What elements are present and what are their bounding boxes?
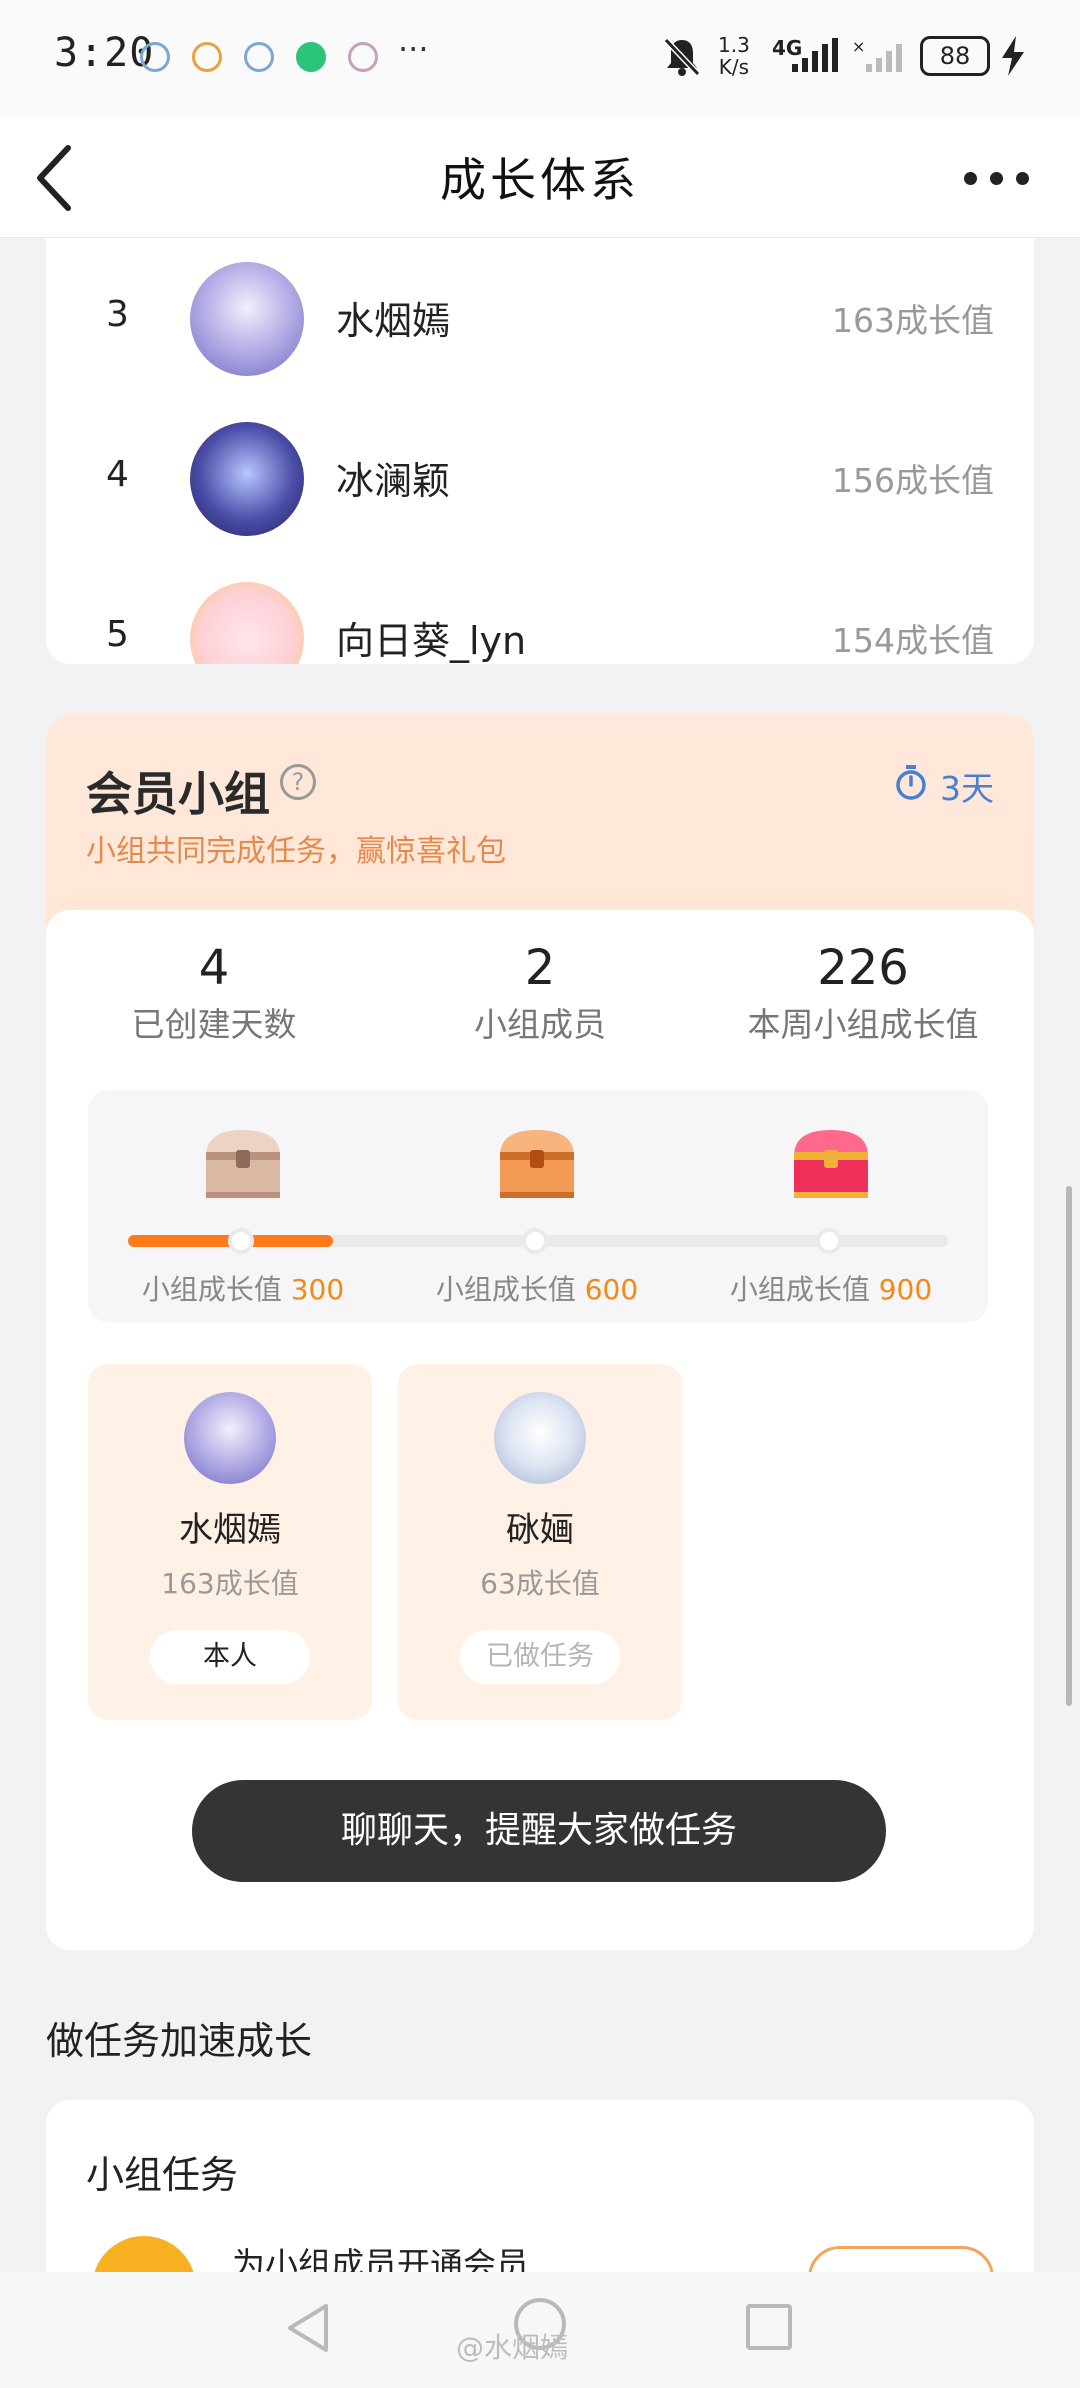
milestone-label: 小组成长值 300 [141, 1273, 345, 1306]
group-member-card[interactable]: 砯婳 63成长值 已做任务 [398, 1364, 682, 1720]
avatar [494, 1392, 586, 1484]
status-time: 3:20 [54, 30, 155, 76]
rank-name: 水烟嫣 [336, 299, 451, 343]
stat-value: 2 [524, 940, 556, 996]
progress-node [816, 1228, 842, 1254]
signal-icon [792, 38, 838, 72]
avatar [190, 422, 304, 536]
group-subtitle: 小组共同完成任务，赢惊喜礼包 [86, 834, 506, 869]
weibo-notification-icon [192, 42, 222, 72]
group-timer: 3天 [940, 769, 994, 808]
stat-value: 226 [817, 940, 909, 996]
treasure-chest-icon[interactable] [492, 1120, 582, 1210]
battery-level: 88 [939, 42, 971, 70]
stat-created-days: 4 已创建天数 [64, 940, 364, 1046]
treasure-chest-icon[interactable] [786, 1120, 876, 1210]
nav-recent-apps-icon[interactable] [746, 2304, 792, 2350]
rank-score: 156成长值 [832, 461, 994, 500]
app-notification-icon [296, 42, 326, 72]
status-bar: 3:20 ··· 1.3 K/s 4G × 88 [0, 0, 1080, 118]
avatar [190, 582, 304, 664]
stat-members: 2 小组成员 [390, 940, 690, 1046]
more-dot [1016, 172, 1029, 185]
signal-no-service-icon: × [852, 38, 902, 72]
avatar [184, 1392, 276, 1484]
ranking-row[interactable]: 5 向日葵_lyn 154成长值 [46, 558, 1034, 664]
rank-number: 5 [106, 614, 129, 655]
stat-label: 小组成员 [474, 1005, 606, 1044]
progress-node [228, 1228, 254, 1254]
member-name: 水烟嫣 [179, 1510, 281, 1550]
section-title: 做任务加速成长 [46, 2019, 313, 2063]
treasure-chest-icon[interactable] [198, 1120, 288, 1210]
help-icon[interactable]: ? [280, 764, 316, 800]
stat-label: 本周小组成长值 [747, 1005, 979, 1044]
member-tag: 已做任务 [460, 1630, 620, 1684]
group-title: 会员小组 [86, 767, 270, 821]
page-title: 成长体系 [440, 153, 640, 207]
more-dot [964, 172, 977, 185]
nav-back-icon[interactable] [282, 2300, 338, 2356]
scrollbar[interactable] [1066, 1186, 1072, 1706]
charging-icon [1002, 36, 1024, 76]
rank-number: 4 [106, 454, 129, 495]
milestone-label: 小组成长值 900 [729, 1273, 933, 1306]
group-member-card[interactable]: 水烟嫣 163成长值 本人 [88, 1364, 372, 1720]
member-score: 63成长值 [480, 1567, 600, 1600]
member-score: 163成长值 [161, 1567, 299, 1600]
rank-score: 154成长值 [832, 621, 994, 660]
rank-name: 向日葵_lyn [336, 619, 527, 663]
member-group-card: 会员小组 ? 小组共同完成任务，赢惊喜礼包 3天 4 已创建天数 2 小组成员 … [46, 714, 1034, 1950]
group-header: 会员小组 ? 小组共同完成任务，赢惊喜礼包 3天 [46, 714, 1034, 934]
weibo-notification-icon [244, 42, 274, 72]
chat-remind-button[interactable]: 聊聊天，提醒大家做任务 [192, 1780, 886, 1882]
rank-score: 163成长值 [832, 301, 994, 340]
nav-bar: 成长体系 [0, 118, 1080, 238]
progress-node [522, 1228, 548, 1254]
svg-text:×: × [852, 38, 865, 56]
ranking-row[interactable]: 4 冰澜颖 156成长值 [46, 398, 1034, 558]
member-tag: 本人 [150, 1630, 310, 1684]
timer-icon [896, 765, 926, 800]
more-dot [990, 172, 1003, 185]
milestone-label: 小组成长值 600 [435, 1273, 639, 1306]
ranking-list: 3 水烟嫣 163成长值 4 冰澜颖 156成长值 5 向日葵_lyn 154成… [46, 238, 1034, 664]
rank-number: 3 [106, 294, 129, 335]
battery-icon: 88 [920, 36, 990, 76]
task-card-title: 小组任务 [86, 2153, 239, 2197]
app-notification-icon [348, 42, 378, 72]
weibo-notification-icon [140, 42, 170, 72]
group-body: 4 已创建天数 2 小组成员 226 本周小组成长值 小组成长值 300 小组成… [46, 910, 1034, 1950]
stat-value: 4 [198, 940, 230, 996]
network-speed: 1.3 K/s [718, 33, 750, 79]
member-name: 砯婳 [506, 1510, 574, 1550]
rank-name: 冰澜颖 [336, 459, 451, 503]
more-notifications-icon: ··· [398, 30, 429, 68]
watermark: @水烟嫣 [456, 2331, 569, 2364]
ranking-row[interactable]: 3 水烟嫣 163成长值 [46, 238, 1034, 398]
more-icon[interactable] [962, 166, 1032, 190]
mute-icon [663, 37, 701, 77]
stat-weekly-growth: 226 本周小组成长值 [708, 940, 1018, 1046]
avatar [190, 262, 304, 376]
reward-progress-panel: 小组成长值 300 小组成长值 600 小组成长值 900 [88, 1090, 988, 1322]
stat-label: 已创建天数 [131, 1005, 297, 1044]
